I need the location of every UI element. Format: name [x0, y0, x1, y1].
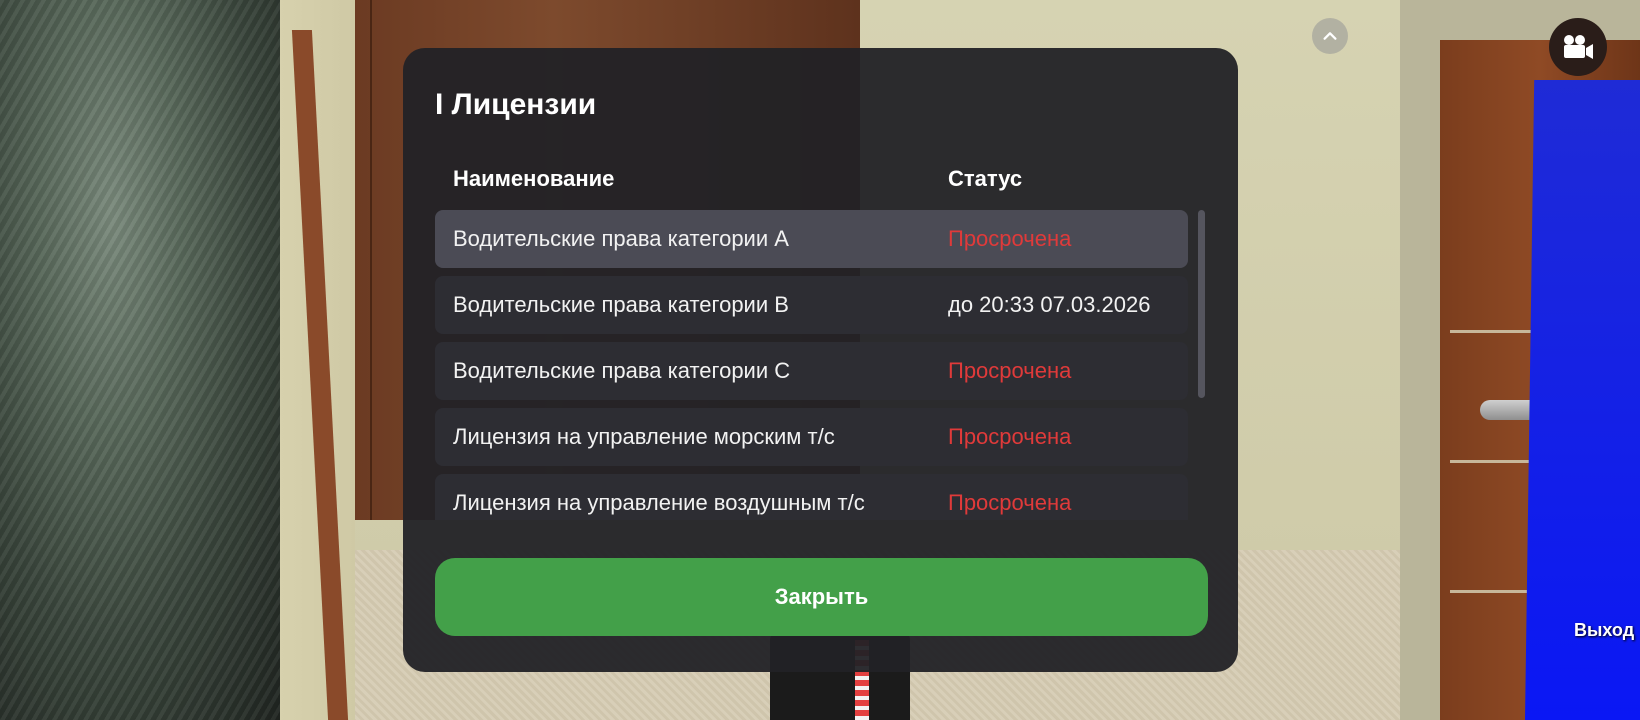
license-name: Водительские права категории C: [453, 358, 791, 383]
license-name: Лицензия на управление воздушным т/с: [453, 490, 865, 515]
rock-texture: [0, 0, 280, 720]
chevron-up-icon[interactable]: [1312, 18, 1348, 54]
dialog-title: I Лицензии: [435, 88, 597, 121]
column-header-status: Статус: [948, 166, 1023, 191]
license-row[interactable]: Водительские права категории B до 20:33 …: [435, 276, 1188, 334]
list-scrollbar[interactable]: [1196, 210, 1206, 520]
license-name: Водительские права категории A: [453, 226, 789, 251]
license-status: Просрочена: [948, 226, 1072, 251]
license-name: Лицензия на управление морским т/с: [453, 424, 835, 449]
license-status: Просрочена: [948, 490, 1072, 515]
licenses-list[interactable]: Водительские права категории A Просрочен…: [435, 210, 1188, 520]
license-row[interactable]: Водительские права категории C Просрочен…: [435, 342, 1188, 400]
license-name: Водительские права категории B: [453, 292, 789, 317]
license-status: до 20:33 07.03.2026: [948, 292, 1151, 317]
license-row[interactable]: Водительские права категории A Просрочен…: [435, 210, 1188, 268]
license-status: Просрочена: [948, 424, 1072, 449]
exit-label: Выход: [1574, 620, 1635, 640]
license-row[interactable]: Лицензия на управление воздушным т/с Про…: [435, 474, 1188, 520]
close-button[interactable]: Закрыть: [435, 558, 1208, 636]
license-row[interactable]: Лицензия на управление морским т/с Проср…: [435, 408, 1188, 466]
license-status: Просрочена: [948, 358, 1072, 383]
column-header-name: Наименование: [453, 166, 615, 191]
scrollbar-thumb[interactable]: [1198, 210, 1205, 398]
video-camera-icon[interactable]: [1549, 18, 1607, 76]
licenses-dialog: I Лицензии Наименование Статус Водительс…: [403, 48, 1238, 672]
